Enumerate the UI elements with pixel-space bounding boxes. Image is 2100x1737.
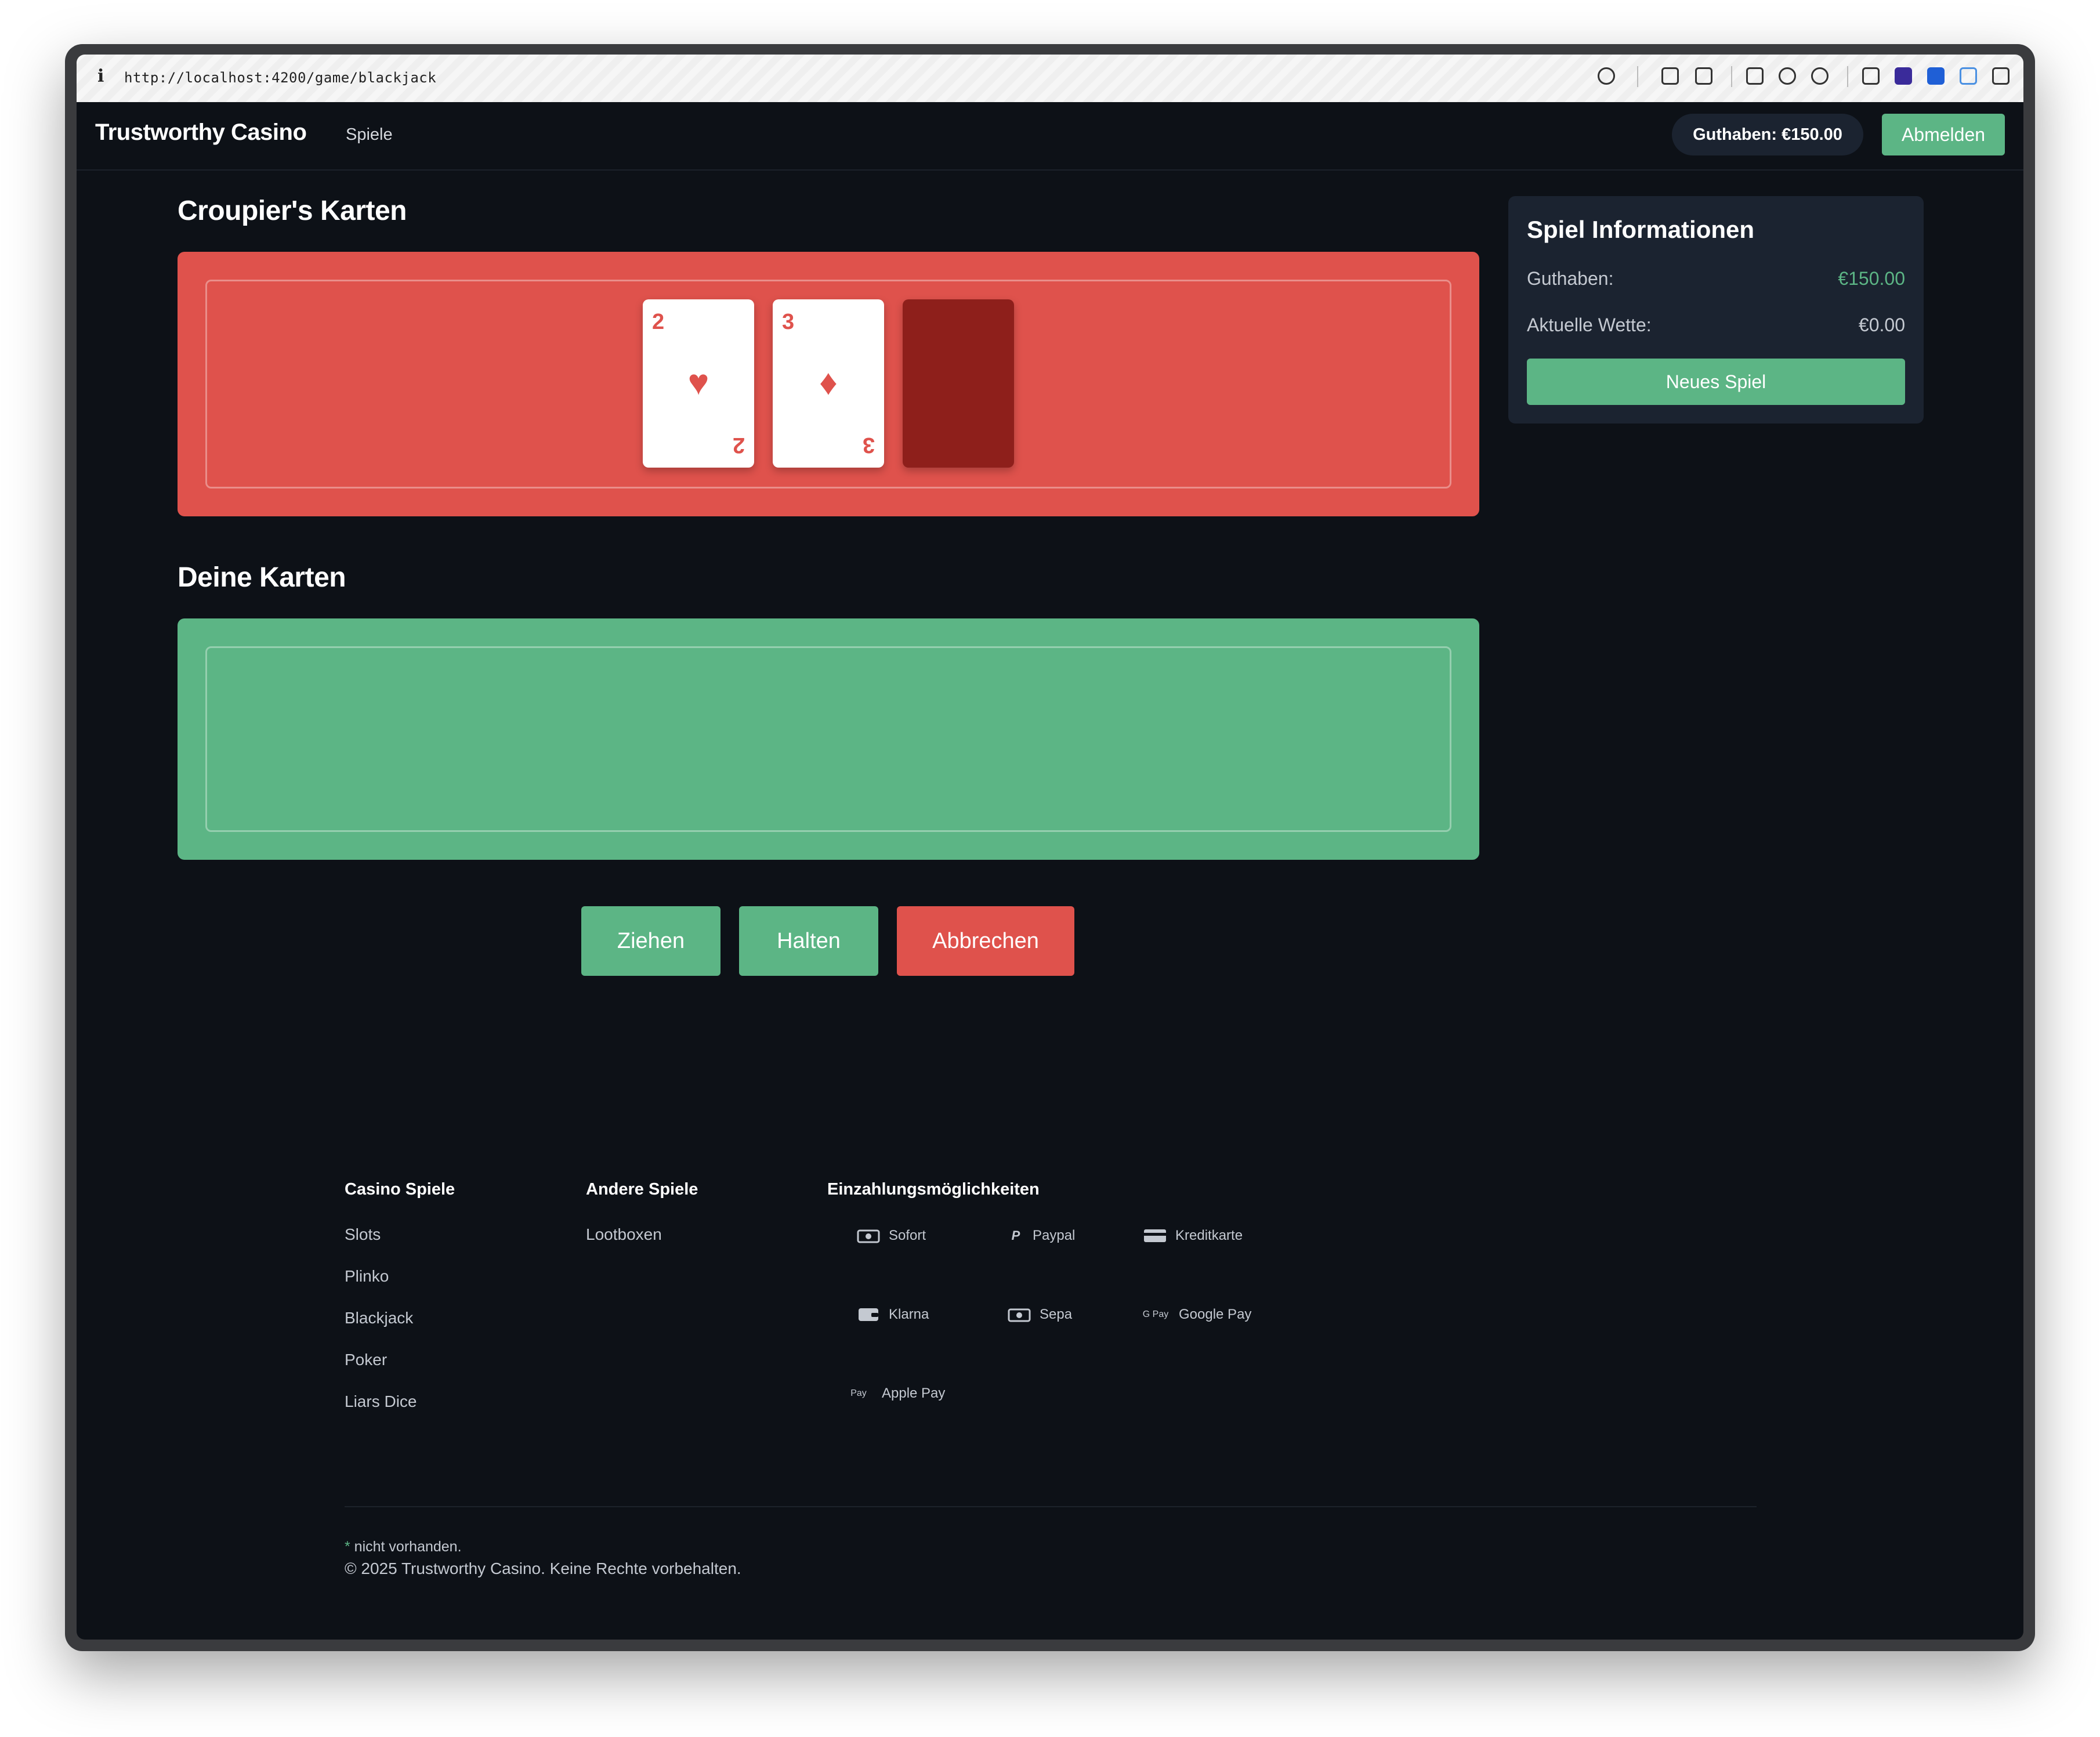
- apple-pay-icon: Pay: [850, 1388, 867, 1398]
- dealer-hidden-card: [903, 299, 1014, 468]
- game-info-panel: Spiel Informationen Guthaben: €150.00 Ak…: [1508, 196, 1924, 424]
- sidebar-icon[interactable]: [1992, 67, 2010, 85]
- footer-divider: [345, 1506, 1757, 1507]
- banknote-icon: [1007, 1307, 1031, 1323]
- dealer-card: 2 ♥ 2: [643, 299, 754, 468]
- info-bet-label: Aktuelle Wette:: [1527, 314, 1652, 335]
- footer-link-lootboxes[interactable]: Lootboxen: [586, 1225, 662, 1244]
- logout-button[interactable]: Abmelden: [1882, 114, 2005, 155]
- paypal-icon: P: [1011, 1228, 1020, 1243]
- payment-label: Sofort: [889, 1228, 926, 1243]
- brand-logo[interactable]: Trustworthy Casino: [95, 120, 307, 146]
- info-balance-value: €150.00: [1838, 268, 1905, 289]
- heart-icon: ♥: [687, 363, 709, 403]
- player-card-area: [205, 646, 1451, 832]
- dealer-card: 3 ♦ 3: [773, 299, 884, 468]
- footer-link-blackjack[interactable]: Blackjack: [345, 1309, 413, 1327]
- footer-other-heading: Andere Spiele: [586, 1180, 698, 1199]
- camera-icon[interactable]: [1695, 67, 1712, 85]
- footer-note-star: *: [345, 1539, 350, 1555]
- footer-link-poker[interactable]: Poker: [345, 1351, 387, 1369]
- diamond-icon: ♦: [819, 363, 838, 403]
- new-game-button[interactable]: Neues Spiel: [1527, 359, 1905, 405]
- payment-label: Sepa: [1040, 1307, 1073, 1322]
- nav-link-games[interactable]: Spiele: [346, 125, 393, 144]
- player-title: Deine Karten: [178, 562, 346, 593]
- browser-viewport: i http://localhost:4200/game/blackjack T…: [77, 55, 2023, 1640]
- payment-klarna: Klarna: [856, 1307, 929, 1323]
- balance-badge: Guthaben: €150.00: [1672, 114, 1863, 155]
- translate-icon[interactable]: [1960, 67, 1977, 85]
- top-navbar: Trustworthy Casino Spiele Guthaben: €150…: [77, 102, 2023, 171]
- payment-label: Apple Pay: [882, 1385, 946, 1401]
- footer-link-liars-dice[interactable]: Liars Dice: [345, 1392, 417, 1411]
- dealer-table: 2 ♥ 2 3 ♦ 3: [178, 252, 1479, 516]
- footer-copyright: © 2025 Trustworthy Casino. Keine Rechte …: [345, 1559, 741, 1577]
- wallet-icon: [856, 1307, 881, 1323]
- payment-paypal: P Paypal: [1007, 1228, 1076, 1244]
- payment-credit-card: Kreditkarte: [1143, 1228, 1243, 1244]
- payment-label: Google Pay: [1179, 1307, 1252, 1322]
- player-table: [178, 618, 1479, 860]
- payment-label: Paypal: [1033, 1228, 1076, 1243]
- browser-toolbar: i http://localhost:4200/game/blackjack: [77, 55, 2023, 103]
- info-balance-label: Guthaben:: [1527, 268, 1614, 289]
- info-balance-row: Guthaben: €150.00: [1527, 268, 1905, 291]
- banknote-icon: [856, 1228, 881, 1244]
- footer-casino-heading: Casino Spiele: [345, 1180, 455, 1199]
- terminal-icon[interactable]: [1746, 67, 1764, 85]
- graduation-cap-icon[interactable]: [1895, 67, 1912, 85]
- card-rank: 2: [652, 310, 665, 334]
- footer-link-slots[interactable]: Slots: [345, 1225, 381, 1244]
- address-bar[interactable]: http://localhost:4200/game/blackjack: [124, 70, 436, 86]
- payment-apple-pay: Pay Apple Pay: [843, 1385, 945, 1402]
- stand-button[interactable]: Halten: [739, 906, 878, 976]
- footer-note: * nicht vorhanden.: [345, 1539, 462, 1555]
- screenshot-icon[interactable]: [1661, 67, 1679, 85]
- payment-label: Klarna: [889, 1307, 929, 1322]
- dealer-title: Croupier's Karten: [178, 196, 407, 226]
- toolbar-separator: [1847, 66, 1848, 87]
- payment-sepa: Sepa: [1007, 1307, 1072, 1323]
- info-bet-value: €0.00: [1858, 314, 1905, 335]
- toolbar-separator: [1731, 66, 1732, 87]
- info-bet-row: Aktuelle Wette: €0.00: [1527, 314, 1905, 338]
- crosshair-icon[interactable]: [1811, 67, 1829, 85]
- cancel-button[interactable]: Abbrechen: [897, 906, 1074, 976]
- bitwarden-icon[interactable]: [1927, 67, 1945, 85]
- payment-label: Kreditkarte: [1175, 1228, 1243, 1243]
- google-pay-icon: G Pay: [1142, 1309, 1169, 1319]
- payment-sofort: Sofort: [856, 1228, 926, 1244]
- toolbar-separator: [1637, 66, 1638, 87]
- site-info-icon[interactable]: i: [97, 66, 104, 86]
- footer-note-text: nicht vorhanden.: [350, 1539, 462, 1555]
- card-rank-inverted: 2: [732, 433, 745, 457]
- credit-card-icon: [1143, 1228, 1167, 1244]
- card-rank-inverted: 3: [862, 433, 875, 457]
- link-icon[interactable]: [1598, 67, 1615, 85]
- payment-google-pay: G Pay Google Pay: [1140, 1307, 1252, 1323]
- card-rank: 3: [782, 310, 795, 334]
- draw-button[interactable]: Ziehen: [581, 906, 720, 976]
- footer-payment-heading: Einzahlungsmöglichkeiten: [827, 1180, 1040, 1199]
- footer-link-plinko[interactable]: Plinko: [345, 1267, 389, 1286]
- browser-window: i http://localhost:4200/game/blackjack T…: [65, 44, 2035, 1651]
- globe-icon[interactable]: [1779, 67, 1796, 85]
- info-title: Spiel Informationen: [1527, 216, 1755, 243]
- extension-icon[interactable]: [1862, 67, 1880, 85]
